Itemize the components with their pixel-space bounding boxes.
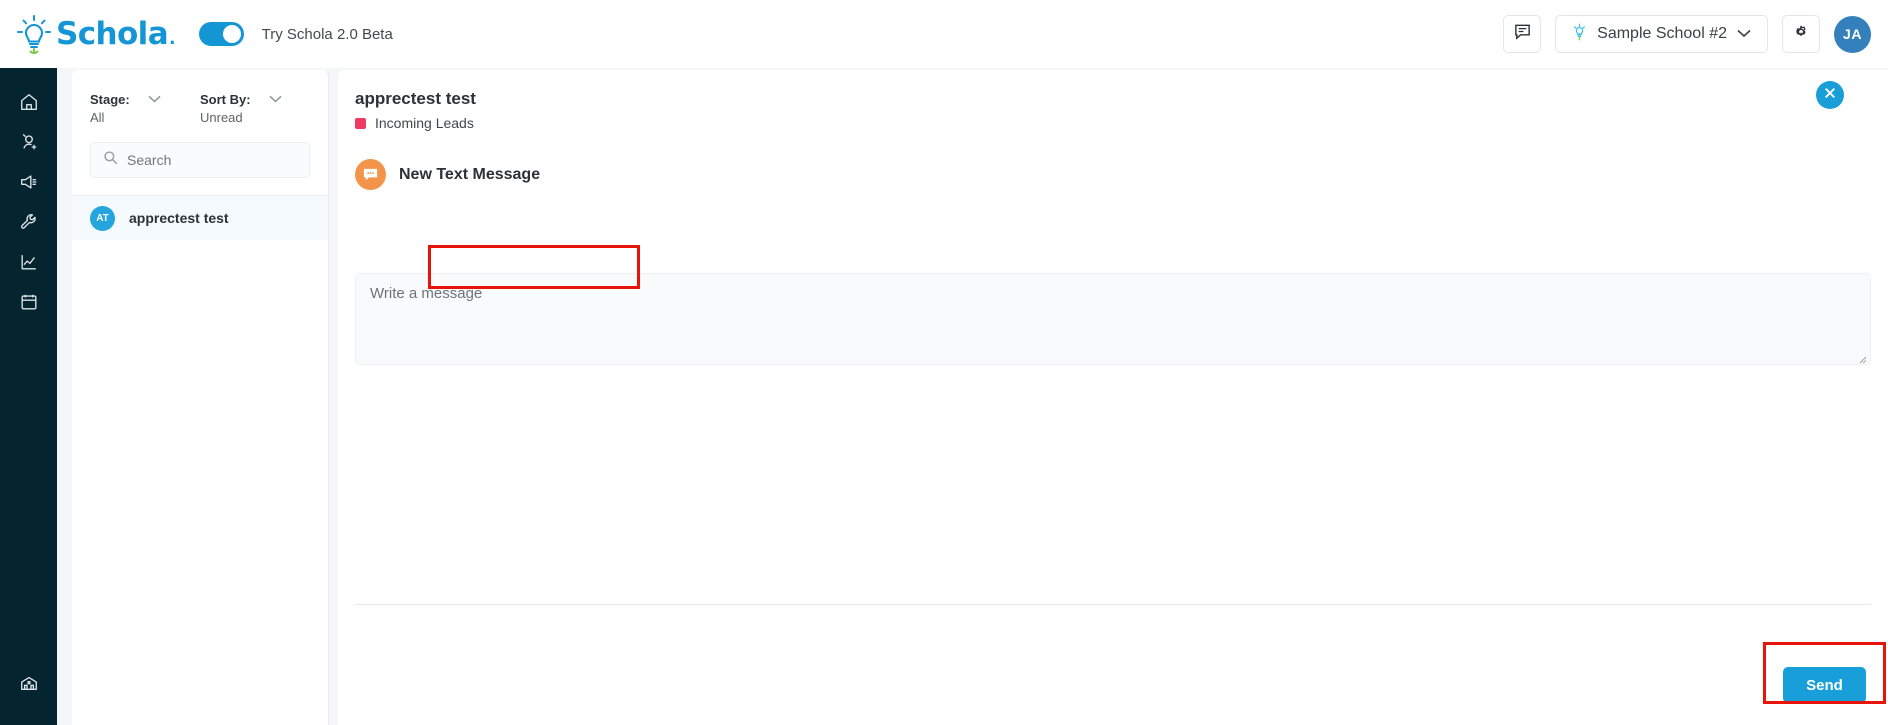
stage-label: Incoming Leads xyxy=(375,115,474,131)
resize-grip-icon[interactable] xyxy=(1857,351,1867,364)
sidebar-item-calendar[interactable] xyxy=(0,284,57,324)
filter-sort-head: Sort By: xyxy=(200,90,310,108)
school-name: Sample School #2 xyxy=(1597,25,1727,42)
message-bubble-icon xyxy=(355,159,386,190)
sidebar-item-announcements[interactable] xyxy=(0,164,57,204)
beta-label: Try Schola 2.0 Beta xyxy=(261,25,393,43)
list-item-name: apprectest test xyxy=(129,210,229,226)
page-title: apprectest test xyxy=(355,89,476,108)
wrench-icon xyxy=(19,212,39,237)
filter-sort-title: Sort By: xyxy=(200,91,251,107)
user-avatar[interactable]: JA xyxy=(1834,15,1871,53)
gear-icon xyxy=(1792,23,1810,46)
beta-toggle[interactable] xyxy=(198,22,244,46)
filter-stage-head: Stage: xyxy=(90,90,200,108)
sidebar-item-home[interactable] xyxy=(0,84,57,124)
filter-bar: Stage: All Sort By: Unread xyxy=(72,70,328,125)
lightbulb-icon xyxy=(14,13,54,55)
sidebar-item-school[interactable] xyxy=(0,665,57,705)
filter-stage[interactable]: Stage: All xyxy=(90,90,200,125)
compose-header: New Text Message xyxy=(355,159,1888,190)
footer-divider xyxy=(355,604,1871,605)
close-button[interactable] xyxy=(1816,81,1844,109)
sidebar-item-tools[interactable] xyxy=(0,204,57,244)
message-placeholder: Write a message xyxy=(370,285,483,302)
home-icon xyxy=(19,92,39,117)
stage-color-swatch xyxy=(355,117,366,129)
left-nav xyxy=(0,68,57,725)
filter-stage-value: All xyxy=(90,110,105,125)
search-box[interactable] xyxy=(90,142,310,178)
search-icon xyxy=(103,150,118,170)
message-textarea[interactable]: Write a message xyxy=(355,273,1871,365)
brand-name: Schola xyxy=(56,16,169,52)
conversation-list-panel: Stage: All Sort By: Unread Search AT app… xyxy=(72,70,329,725)
compose-title: New Text Message xyxy=(399,165,541,183)
sidebar-item-add-user[interactable] xyxy=(0,124,57,164)
search-input[interactable] xyxy=(127,152,297,168)
detail-header: apprectest test Incoming Leads xyxy=(338,70,1888,131)
list-item[interactable]: AT apprectest test xyxy=(72,196,328,240)
filter-sort-by[interactable]: Sort By: Unread xyxy=(200,90,310,125)
top-bar-right: Sample School #2 JA xyxy=(1503,15,1871,53)
brand-dot: . xyxy=(168,16,177,51)
sidebar-item-analytics[interactable] xyxy=(0,244,57,284)
brand-logo[interactable]: Schola . xyxy=(14,13,177,55)
avatar: AT xyxy=(90,205,115,231)
send-button[interactable]: Send xyxy=(1783,667,1866,703)
school-building-icon xyxy=(19,673,39,698)
message-detail-panel: apprectest test Incoming Leads New Text … xyxy=(338,70,1888,725)
bulb-pin-icon xyxy=(1572,23,1587,46)
status-badge: Incoming Leads xyxy=(355,115,1888,131)
chevron-down-icon[interactable] xyxy=(269,90,282,108)
filter-sort-value: Unread xyxy=(200,110,243,125)
chat-bubble-icon xyxy=(1513,22,1532,46)
close-icon xyxy=(1824,86,1836,104)
messages-button[interactable] xyxy=(1503,15,1542,53)
chevron-down-icon[interactable] xyxy=(148,90,161,108)
calendar-icon xyxy=(19,292,39,317)
filter-stage-title: Stage: xyxy=(90,91,130,107)
settings-button[interactable] xyxy=(1782,15,1820,53)
top-bar: Schola . Try Schola 2.0 Beta Sample Scho… xyxy=(0,0,1888,68)
chevron-down-icon xyxy=(1737,25,1751,43)
line-chart-icon xyxy=(19,252,39,277)
person-add-icon xyxy=(19,132,39,157)
megaphone-icon xyxy=(19,172,39,197)
school-selector[interactable]: Sample School #2 xyxy=(1555,15,1768,53)
